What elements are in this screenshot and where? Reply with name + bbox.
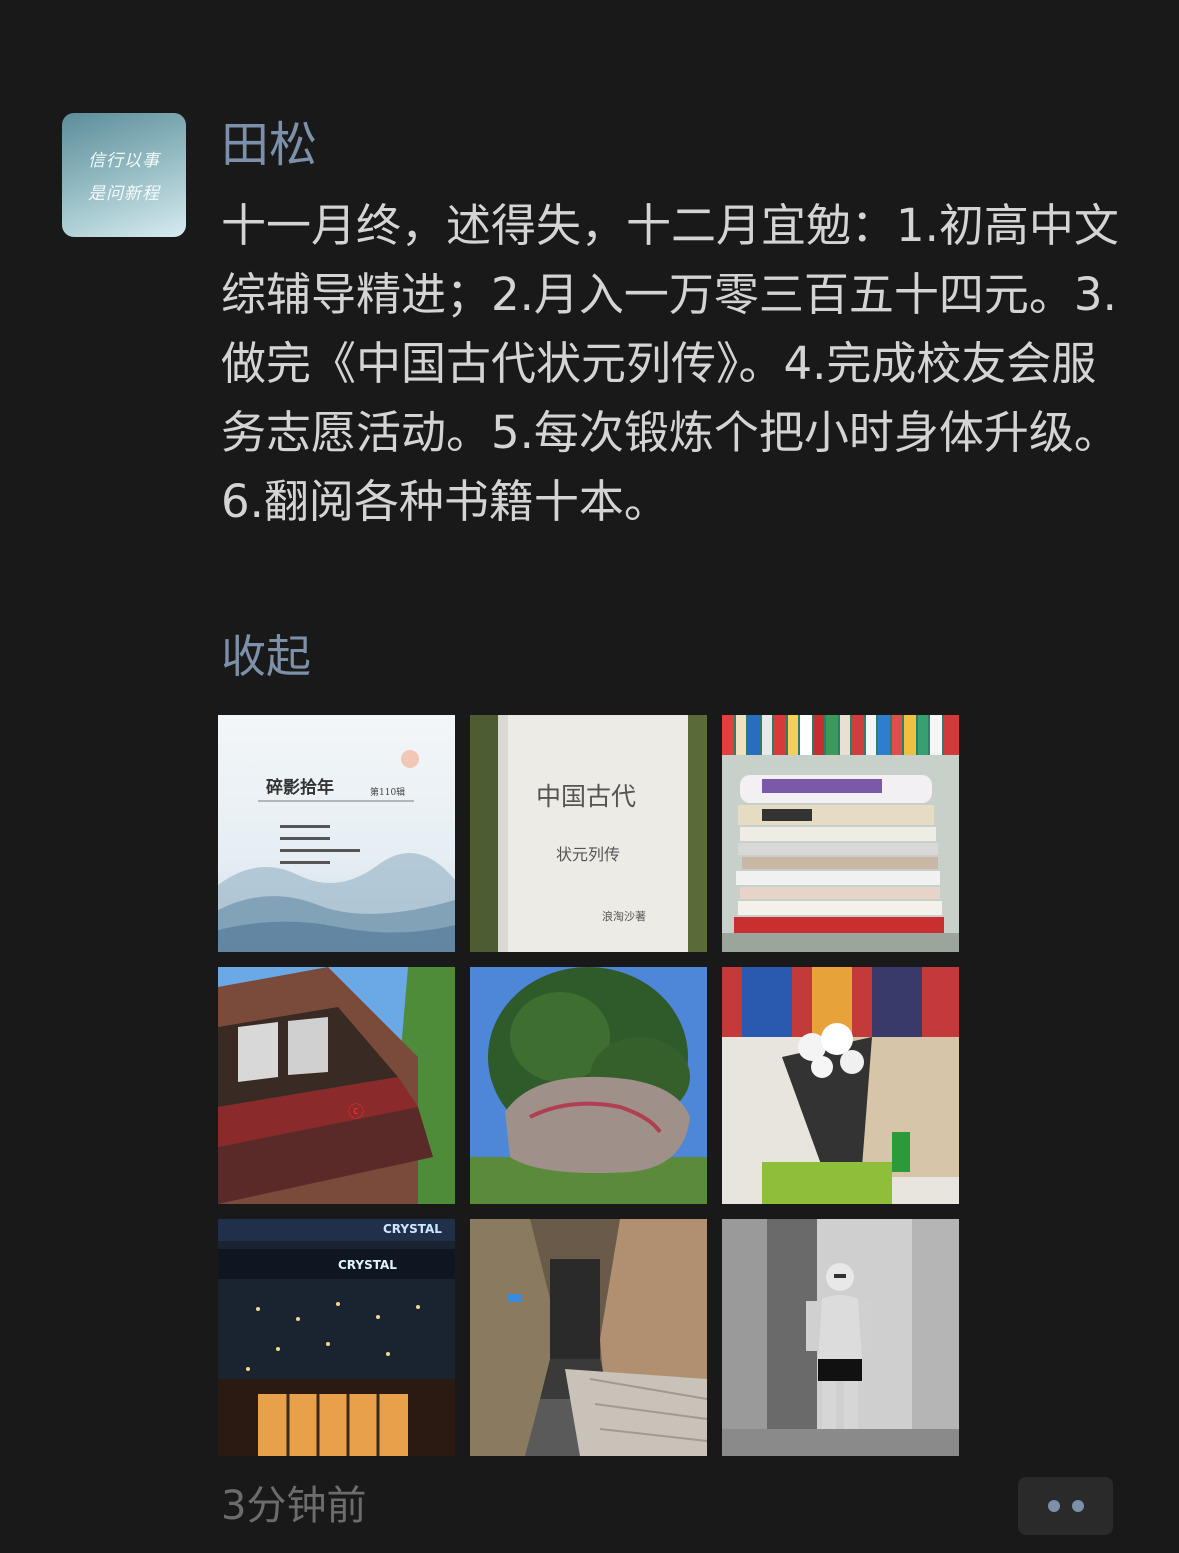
collapse-button[interactable]: 收起 [221,624,311,690]
magazine-cover-photo[interactable]: 碎影拾年 第110辑 [218,715,455,952]
avatar[interactable]: 信行以事 是问新程 [62,113,186,237]
magazine-title-text: 碎影拾年 [266,777,334,798]
magazine-issue-text: 第110辑 [370,786,405,798]
book-manuscript-photo[interactable]: 中国古代 状元列传 浪淘沙著 [470,715,707,952]
book-stack-image [722,715,959,952]
manuscript-author-text: 浪淘沙著 [602,909,646,923]
building-facade-photo[interactable]: ⓒ [218,967,455,1204]
mirror-selfie-photo[interactable] [722,1219,959,1456]
tree-rock-photo[interactable] [470,967,707,1204]
flower-bouquet-image [722,967,959,1204]
book-manuscript-image: 中国古代 状元列传 浪淘沙著 [470,715,707,952]
mirror-selfie-image [722,1219,959,1456]
avatar-text-line-1: 信行以事 [88,151,160,171]
hotel-sign-text-top: CRYSTAL [383,1222,442,1236]
hotel-corridor-photo[interactable] [470,1219,707,1456]
manuscript-title-text: 中国古代 [536,782,636,811]
building-facade-image: ⓒ [218,967,455,1204]
hotel-corridor-image [470,1219,707,1456]
moments-post: 信行以事 是问新程 田松 十一月终，述得失，十二月宜勉：1.初高中文综辅导精进；… [0,0,1179,1553]
tree-rock-image [470,967,707,1204]
author-name[interactable]: 田松 [221,112,317,178]
post-content: 十一月终，述得失，十二月宜勉：1.初高中文综辅导精进；2.月入一万零三百五十四元… [221,199,1119,528]
menu-dot-icon [1071,1500,1084,1512]
photo-grid: 碎影拾年 第110辑 中国古代 状元列传 浪淘沙著 ⓒ CRYSTAL CRYS… [218,715,959,1456]
menu-dot-icon [1047,1500,1060,1512]
avatar-text-line-2: 是问新程 [88,184,160,204]
flower-bouquet-photo[interactable] [722,967,959,1204]
hotel-sign-text: CRYSTAL [338,1258,397,1272]
crystal-hotel-night-photo[interactable]: CRYSTAL CRYSTAL [218,1219,455,1456]
crystal-hotel-night-image: CRYSTAL CRYSTAL [218,1219,455,1456]
post-timestamp: 3分钟前 [221,1483,367,1529]
comment-like-menu-button[interactable] [1018,1477,1113,1535]
book-stack-photo[interactable] [722,715,959,952]
magazine-cover-image: 碎影拾年 第110辑 [218,715,455,952]
manuscript-subtitle-text: 状元列传 [556,845,620,864]
svg-text:ⓒ: ⓒ [348,1102,364,1121]
